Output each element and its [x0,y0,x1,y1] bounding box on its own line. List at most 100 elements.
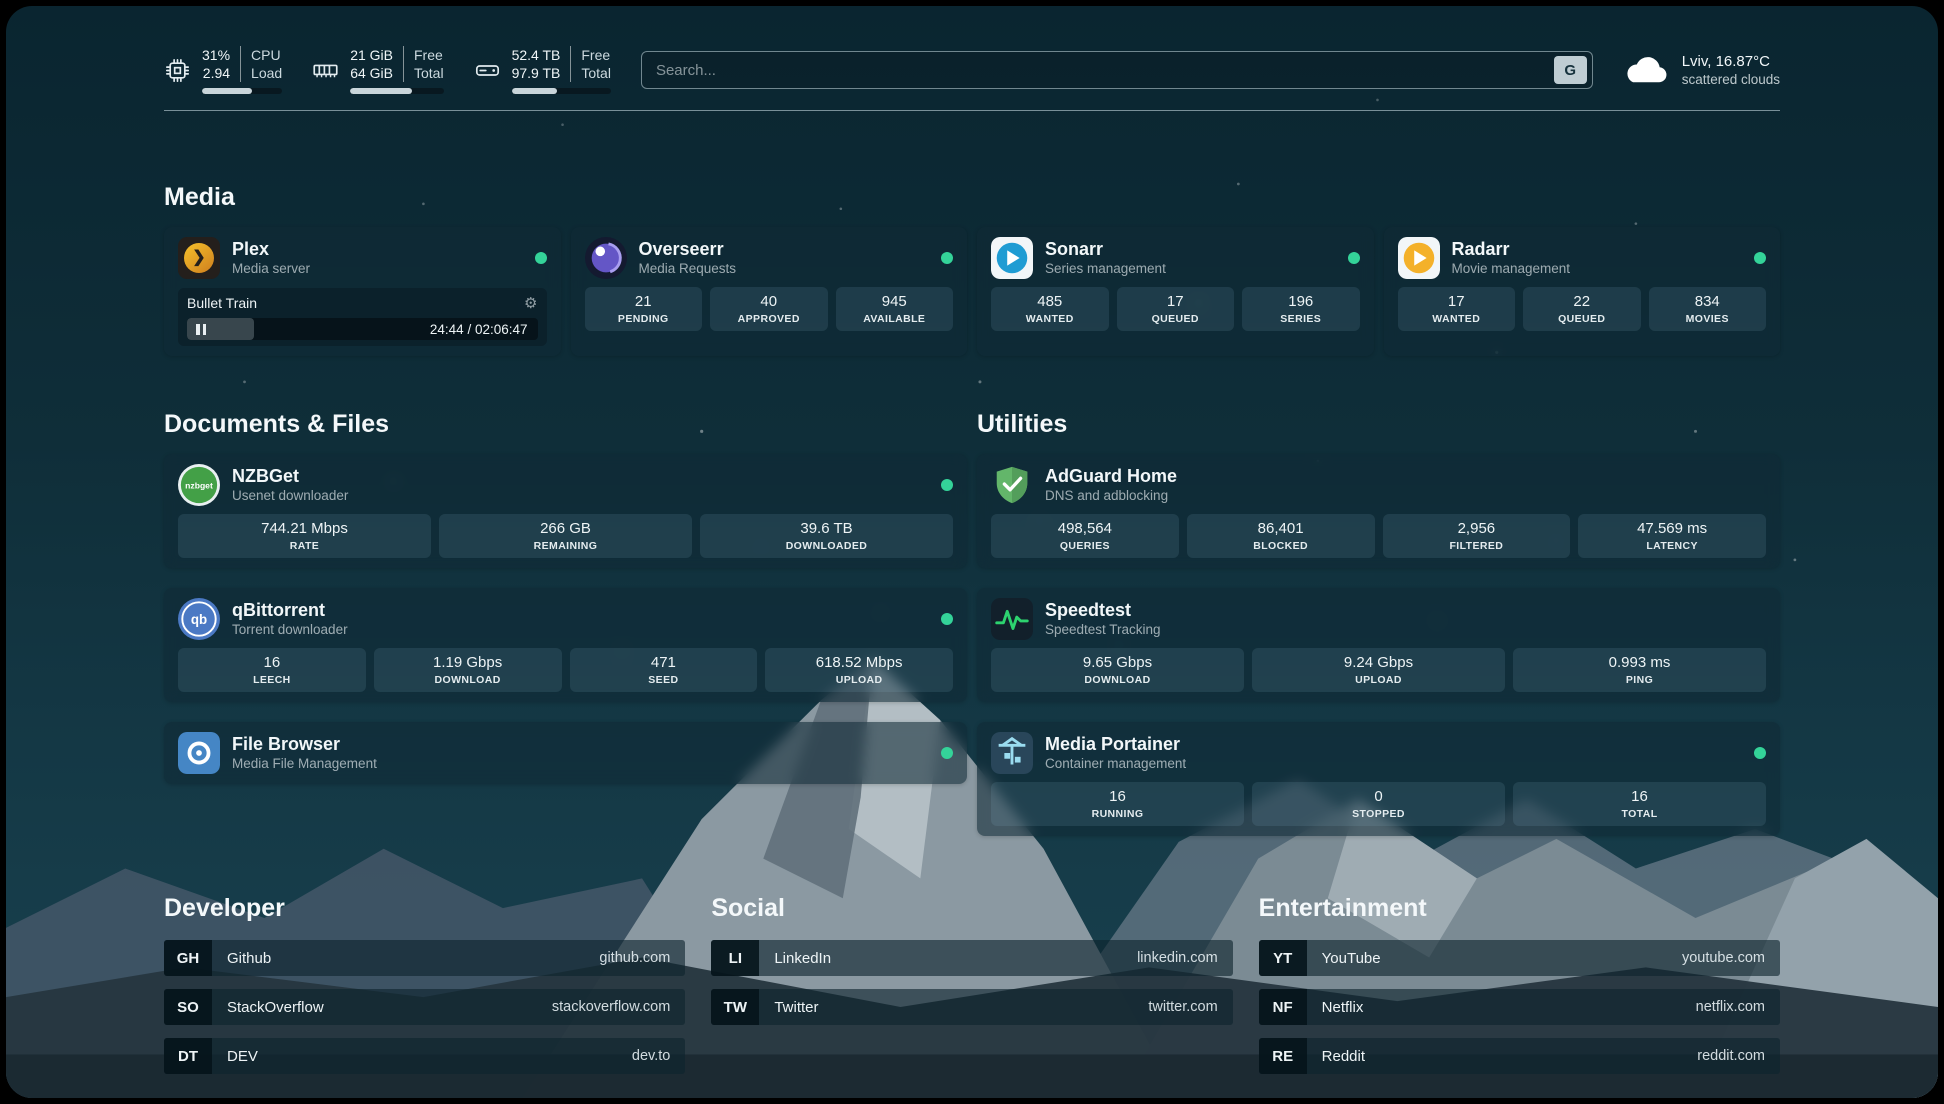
memory-free-label: Free [414,46,444,64]
status-dot [1348,252,1360,264]
stat-seed: 471SEED [570,648,758,692]
cpu-label: CPU [251,46,282,64]
app-card-portainer[interactable]: Media Portainer Container management 16R… [977,722,1780,836]
stat-downloaded: 39.6 TBDOWNLOADED [700,514,953,558]
app-subtitle: Media server [232,262,310,277]
disk-icon [474,57,501,84]
disk-free-label: Free [581,46,611,64]
now-playing-title: Bullet Train [187,295,257,311]
bookmark-url: netflix.com [1696,999,1765,1015]
sonarr-icon [991,237,1033,279]
stat-rate: 744.21 MbpsRATE [178,514,431,558]
app-subtitle: Media Requests [639,262,737,277]
weather-condition: scattered clouds [1682,72,1780,87]
stat-series: 196SERIES [1242,287,1360,331]
app-name: Overseerr [639,240,737,260]
stat-filtered: 2,956FILTERED [1383,514,1571,558]
bookmark-url: stackoverflow.com [552,999,670,1015]
bookmark-url: linkedin.com [1137,950,1218,966]
bookmark-netflix[interactable]: NF Netflix netflix.com [1259,989,1780,1025]
bookmark-reddit[interactable]: RE Reddit reddit.com [1259,1038,1780,1074]
app-card-sonarr[interactable]: Sonarr Series management 485WANTED 17QUE… [977,227,1374,356]
stat-remaining: 266 GBREMAINING [439,514,692,558]
memory-icon [312,57,339,84]
bookmark-youtube[interactable]: YT YouTube youtube.com [1259,940,1780,976]
app-card-overseerr[interactable]: Overseerr Media Requests 21PENDING 40APP… [571,227,968,356]
media-section-title: Media [164,183,1780,212]
cpu-load-label: Load [251,64,282,82]
stat-queries: 498,564QUERIES [991,514,1179,558]
search-input[interactable] [656,62,1554,79]
bookmark-name: Reddit [1322,1048,1365,1065]
netflix-badge: NF [1259,989,1307,1025]
stat-download: 9.65 GbpsDOWNLOAD [991,648,1244,692]
bookmark-name: LinkedIn [774,950,831,967]
disk-total-label: Total [581,64,611,82]
app-card-radarr[interactable]: Radarr Movie management 17WANTED 22QUEUE… [1384,227,1781,356]
bookmark-dev[interactable]: DT DEV dev.to [164,1038,685,1074]
memory-total-label: Total [414,64,444,82]
bookmark-linkedin[interactable]: LI LinkedIn linkedin.com [711,940,1232,976]
bookmarks-social: Social LI LinkedIn linkedin.com TW Twitt… [711,894,1232,1087]
bookmark-github[interactable]: GH Github github.com [164,940,685,976]
app-subtitle: DNS and adblocking [1045,489,1177,504]
qbittorrent-icon: qb [178,598,220,640]
memory-free-value: 21 GiB [350,46,393,64]
app-card-plex[interactable]: ❯ Plex Media server Bullet Train ⚙ [164,227,561,356]
app-subtitle: Series management [1045,262,1166,277]
system-monitors: 31% 2.94 CPU Load [164,46,611,94]
bookmark-name: Twitter [774,999,818,1016]
weather-widget: Lviv, 16.87°C scattered clouds [1623,53,1780,87]
section-documents: Documents & Files nzbget NZBGet [164,410,967,836]
stat-ping: 0.993 msPING [1513,648,1766,692]
memory-total-value: 64 GiB [350,64,393,82]
gear-icon[interactable]: ⚙ [524,294,537,312]
app-card-adguard[interactable]: AdGuard Home DNS and adblocking 498,564Q… [977,454,1780,568]
entertainment-title: Entertainment [1259,894,1780,923]
header-divider [164,110,1780,111]
filebrowser-icon [178,732,220,774]
app-name: Plex [232,240,310,260]
search-engine-badge[interactable]: G [1554,56,1587,84]
memory-progress-fill [350,88,412,94]
dev-badge: DT [164,1038,212,1074]
app-subtitle: Movie management [1452,262,1571,277]
stat-download: 1.19 GbpsDOWNLOAD [374,648,562,692]
search-bar[interactable]: G [641,51,1593,89]
pause-icon[interactable] [196,324,206,335]
developer-title: Developer [164,894,685,923]
memory-progress-bar [350,88,443,94]
twitter-badge: TW [711,989,759,1025]
app-card-speedtest[interactable]: Speedtest Speedtest Tracking 9.65 GbpsDO… [977,588,1780,702]
playback-progress-bar[interactable]: 24:44 / 02:06:47 [187,318,538,340]
memory-widget: 21 GiB 64 GiB Free Total [312,46,443,94]
app-name: AdGuard Home [1045,467,1177,487]
section-utilities: Utilities AdGuard Home DNS and [977,410,1780,836]
portainer-icon [991,732,1033,774]
bookmark-twitter[interactable]: TW Twitter twitter.com [711,989,1232,1025]
bookmark-name: YouTube [1322,950,1381,967]
weather-location: Lviv, 16.87°C [1682,53,1780,70]
stat-latency: 47.569 msLATENCY [1578,514,1766,558]
app-name: Speedtest [1045,601,1161,621]
playback-time: 24:44 / 02:06:47 [430,322,528,337]
stat-pending: 21PENDING [585,287,703,331]
cpu-widget: 31% 2.94 CPU Load [164,46,282,94]
stat-leech: 16LEECH [178,648,366,692]
speedtest-icon [991,598,1033,640]
bookmark-stackoverflow[interactable]: SO StackOverflow stackoverflow.com [164,989,685,1025]
overseerr-icon [585,237,627,279]
app-name: qBittorrent [232,601,348,621]
disk-progress-bar [512,88,611,94]
documents-section-title: Documents & Files [164,410,967,439]
app-card-filebrowser[interactable]: File Browser Media File Management [164,722,967,784]
app-card-nzbget[interactable]: nzbget NZBGet Usenet downloader 744.21 M… [164,454,967,568]
cpu-progress-fill [202,88,252,94]
bookmarks-entertainment: Entertainment YT YouTube youtube.com NF … [1259,894,1780,1087]
social-title: Social [711,894,1232,923]
status-dot [941,252,953,264]
disk-progress-fill [512,88,558,94]
stat-wanted: 17WANTED [1398,287,1516,331]
app-card-qbittorrent[interactable]: qb qBittorrent Torrent downloader 16LEEC… [164,588,967,702]
app-subtitle: Container management [1045,757,1186,772]
